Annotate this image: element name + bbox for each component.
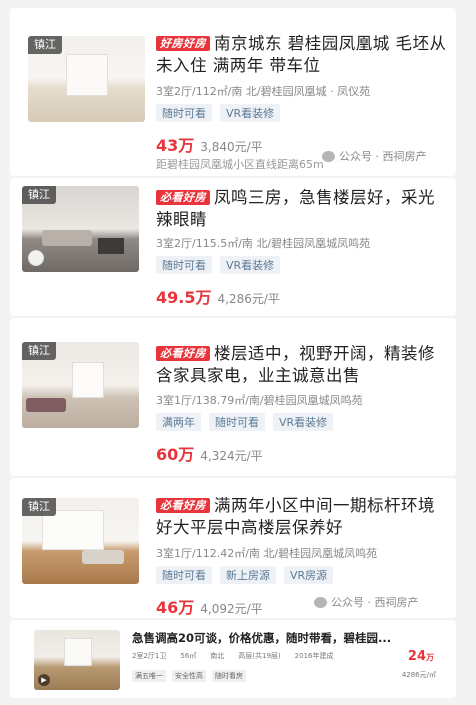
listing-chips: 满两年 随时可看 VR看装修 [156, 413, 334, 431]
recommend-badge: 必看好房 [156, 190, 210, 205]
listing-meta: 3室2厅/115.5㎡/南 北/碧桂园凤凰城凤鸣苑 [156, 237, 371, 250]
listing-photo[interactable]: 镇江 [22, 342, 139, 428]
watermark: 公众号 · 西祠房产 [322, 148, 427, 164]
city-tag: 镇江 [22, 342, 56, 360]
listing-photo[interactable]: ▶ [34, 630, 120, 690]
chip: VR看装修 [220, 256, 281, 274]
listing-chips: 随时可看 VR看装修 [156, 256, 281, 274]
listing-title[interactable]: 必看好房 凤鸣三房，急售楼层好，采光辣眼睛 [156, 187, 448, 231]
chip: 满五唯一 [132, 670, 166, 682]
chip: 新上房源 [220, 566, 276, 584]
vr-icon [28, 250, 44, 266]
listing-title[interactable]: 必看好房 满两年小区中间一期标杆环境好大平层中高楼层保养好 [156, 495, 448, 539]
listing-title[interactable]: 必看好房 楼层适中，视野开阔，精装修含家具家电，业主诚意出售 [156, 343, 448, 387]
listing-meta: 3室1厅/112.42㎡/南 北/碧桂园凤凰城凤鸣苑 [156, 547, 378, 560]
total-price: 60万 [156, 445, 195, 464]
watermark: 公众号 · 西祠房产 [314, 594, 419, 610]
listing-price: 49.5万 4,286元/平 [156, 284, 280, 308]
listing-photo[interactable]: 镇江 [28, 36, 145, 122]
chip: 随时可看 [156, 256, 212, 274]
unit-price: 4,092元/平 [200, 602, 263, 616]
recommend-badge: 必看好房 [156, 346, 210, 361]
unit-price: 4,324元/平 [200, 449, 263, 463]
total-price: 24万 [407, 649, 434, 664]
chip: 随时可看 [209, 413, 265, 431]
chip: 随时看房 [212, 670, 246, 682]
listing-meta: 3室2厅/112㎡/南 北/碧桂园凤凰城 · 凤仪苑 [156, 85, 371, 98]
listing-chips: 满五唯一 安全性高 随时看房 [132, 670, 246, 682]
total-price: 46万 [156, 598, 195, 617]
wechat-icon [314, 596, 327, 608]
play-icon[interactable]: ▶ [38, 674, 50, 686]
unit-price: 4286元/㎡ [401, 671, 436, 679]
recommend-badge: 必看好房 [156, 498, 210, 513]
wechat-icon [322, 150, 335, 162]
chip: 随时可看 [156, 104, 212, 122]
city-tag: 镇江 [22, 498, 56, 516]
listing-card-1[interactable]: 镇江 好房好房 南京城东 碧桂园凤凰城 毛坯从未入住 满两年 带车位 3室2厅/1… [10, 8, 456, 176]
unit-price: 4,286元/平 [217, 292, 280, 306]
city-tag: 镇江 [22, 186, 56, 204]
chip: VR房源 [284, 566, 334, 584]
total-price: 49.5万 [156, 288, 212, 307]
distance-text: 距碧桂园凤凰城小区直线距离65m [156, 158, 324, 171]
listing-card-2[interactable]: 镇江 必看好房 凤鸣三房，急售楼层好，采光辣眼睛 3室2厅/115.5㎡/南 北/… [10, 178, 456, 316]
listing-photo[interactable]: 镇江 [22, 498, 139, 584]
city-tag: 镇江 [28, 36, 62, 54]
chip: VR看装修 [273, 413, 334, 431]
listing-card-4[interactable]: 镇江 必看好房 满两年小区中间一期标杆环境好大平层中高楼层保养好 3室1厅/112… [10, 478, 456, 618]
listing-title[interactable]: 好房好房 南京城东 碧桂园凤凰城 毛坯从未入住 满两年 带车位 [156, 33, 448, 77]
listing-card-5[interactable]: ▶ 急售调高20可谈，价格优惠，随时带看，碧桂园... 2室2厅1卫 56㎡ 南… [10, 620, 456, 698]
listing-price: 43万 3,840元/平 [156, 132, 263, 156]
recommend-badge: 好房好房 [156, 36, 210, 51]
chip: VR看装修 [220, 104, 281, 122]
listing-title[interactable]: 急售调高20可谈，价格优惠，随时带看，碧桂园... [132, 630, 391, 646]
total-price: 43万 [156, 136, 195, 155]
listing-photo[interactable]: 镇江 [22, 186, 139, 272]
listing-price: 46万 4,092元/平 [156, 594, 263, 618]
chip: 满两年 [156, 413, 201, 431]
listing-card-3[interactable]: 镇江 必看好房 楼层适中，视野开阔，精装修含家具家电，业主诚意出售 3室1厅/13… [10, 318, 456, 476]
unit-price: 3,840元/平 [200, 140, 263, 154]
chip: 随时可看 [156, 566, 212, 584]
listing-price: 60万 4,324元/平 [156, 441, 263, 465]
listing-chips: 随时可看 新上房源 VR房源 [156, 566, 334, 584]
listing-meta: 3室1厅/138.79㎡/南/碧桂园凤凰城凤鸣苑 [156, 394, 363, 407]
chip: 安全性高 [172, 670, 206, 682]
listing-meta: 2室2厅1卫 56㎡ 南北 高层(共19层) 2016年建成 [132, 652, 334, 660]
listing-chips: 随时可看 VR看装修 [156, 104, 281, 122]
